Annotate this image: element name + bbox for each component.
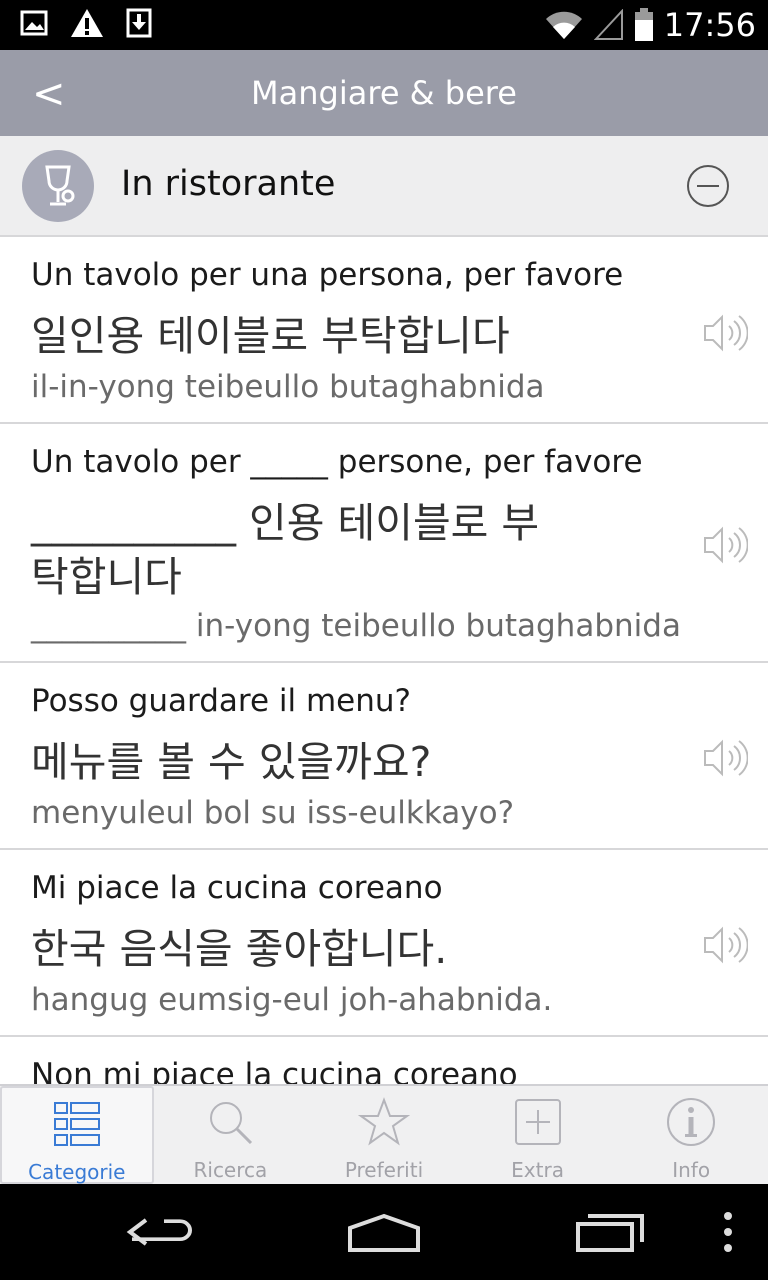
info-icon — [667, 1098, 716, 1146]
phrase-italian: Posso guardare il menu? — [31, 683, 411, 719]
status-bar: 17:56 — [0, 0, 768, 50]
image-icon — [20, 10, 48, 36]
tab-categorie[interactable]: Categorie — [0, 1086, 154, 1184]
wifi-icon — [545, 11, 582, 39]
back-button[interactable]: < — [32, 66, 78, 122]
clock: 17:56 — [663, 6, 756, 44]
phrase-romanization: __________ in-yong teibeullo butaghabnid… — [31, 608, 681, 644]
phrase-romanization: il-in-yong teibeullo butaghabnida — [31, 369, 545, 405]
list-item[interactable]: Un tavolo per _____ persone, per favore … — [0, 424, 768, 663]
navigation-bar — [0, 1184, 768, 1280]
list-icon — [53, 1102, 100, 1146]
wine-glass-icon — [22, 150, 94, 222]
tab-label: Extra — [511, 1158, 564, 1182]
back-arrow-icon[interactable] — [124, 1204, 196, 1260]
signal-icon — [593, 9, 623, 40]
home-icon[interactable] — [344, 1204, 424, 1260]
category-title: In ristorante — [121, 164, 336, 204]
phrase-list[interactable]: In ristorante Un tavolo per una persona,… — [0, 136, 768, 1084]
phrase-italian: Un tavolo per una persona, per favore — [31, 257, 624, 293]
plus-box-icon — [514, 1099, 561, 1145]
battery-icon — [634, 8, 653, 41]
tab-preferiti[interactable]: Preferiti — [307, 1086, 461, 1184]
search-icon — [210, 1102, 253, 1145]
phrase-romanization: hangug eumsig-eul joh-ahabnida. — [31, 982, 553, 1018]
tab-ricerca[interactable]: Ricerca — [154, 1086, 308, 1184]
warning-icon — [71, 9, 103, 37]
star-icon — [357, 1097, 410, 1146]
list-item[interactable]: Un tavolo per una persona, per favore 일인… — [0, 237, 768, 424]
list-item[interactable]: Posso guardare il menu? 메뉴를 볼 수 있을까요? me… — [0, 663, 768, 850]
minus-circle-icon[interactable] — [686, 164, 730, 208]
phrase-italian: Mi piace la cucina coreano — [31, 870, 443, 906]
tab-extra[interactable]: Extra — [461, 1086, 615, 1184]
page-title: Mangiare & bere — [251, 74, 517, 112]
phrase-italian: Un tavolo per _____ persone, per favore — [31, 444, 643, 480]
list-item[interactable]: Mi piace la cucina coreano 한국 음식을 좋아합니다.… — [0, 850, 768, 1037]
phrase-romanization: menyuleul bol su iss-eulkkayo? — [31, 795, 515, 831]
download-icon — [126, 8, 152, 38]
category-header[interactable]: In ristorante — [0, 136, 768, 237]
tab-info[interactable]: Info — [614, 1086, 768, 1184]
speaker-icon[interactable] — [702, 312, 748, 354]
tab-bar: Categorie Ricerca Preferiti Extra Info — [0, 1084, 768, 1184]
app-bar: Mangiare & bere < — [0, 50, 768, 136]
tab-label: Ricerca — [193, 1158, 268, 1182]
phrase-korean: __________ 인용 테이블로 부탁합니다 — [31, 499, 540, 601]
phrase-korean: 일인용 테이블로 부탁합니다 — [31, 312, 510, 360]
overflow-menu-icon[interactable] — [718, 1204, 738, 1260]
speaker-icon[interactable] — [702, 524, 748, 566]
list-item[interactable]: Non mi piace la cucina coreano — [0, 1037, 768, 1084]
phrase-korean: 한국 음식을 좋아합니다. — [31, 925, 448, 973]
recent-apps-icon[interactable] — [574, 1204, 648, 1260]
tab-label: Preferiti — [344, 1158, 424, 1182]
speaker-icon[interactable] — [702, 924, 748, 966]
speaker-icon[interactable] — [702, 737, 748, 779]
phrase-korean: 메뉴를 볼 수 있을까요? — [31, 738, 432, 786]
tab-label: Categorie — [28, 1160, 126, 1184]
phrase-italian: Non mi piace la cucina coreano — [31, 1057, 518, 1084]
tab-label: Info — [672, 1158, 711, 1182]
